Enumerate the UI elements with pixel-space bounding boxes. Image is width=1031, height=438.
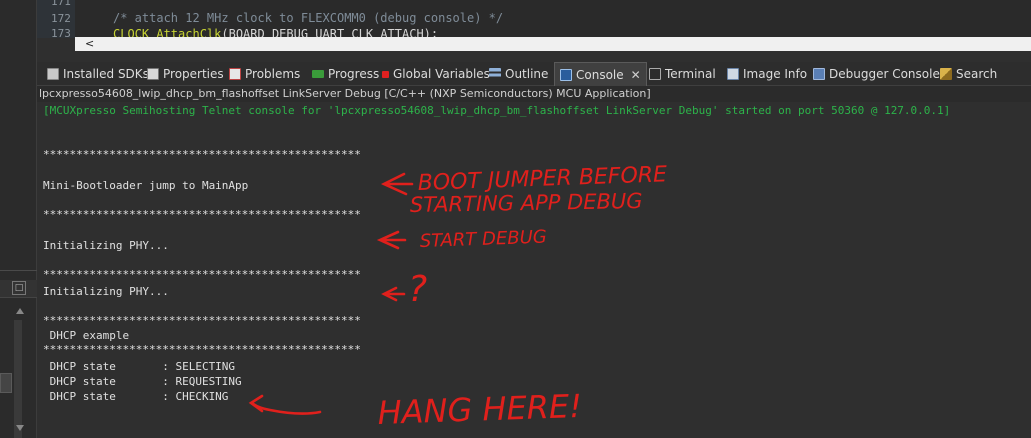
tab-progress[interactable]: Progress xyxy=(312,62,379,86)
tab-search[interactable]: Search xyxy=(940,62,997,86)
close-icon[interactable]: ✕ xyxy=(631,68,641,82)
console-line: ****************************************… xyxy=(43,268,361,281)
tab-label: Image Info xyxy=(743,67,808,81)
console-line: DHCP state : SELECTING xyxy=(43,360,236,373)
global-variables-icon xyxy=(382,70,389,78)
tab-properties[interactable]: Properties xyxy=(147,62,224,86)
console-line: Initializing PHY... xyxy=(43,239,169,252)
console-icon xyxy=(560,68,572,81)
scroll-up-icon[interactable] xyxy=(16,308,24,314)
console-line: DHCP example xyxy=(43,329,130,342)
problems-icon xyxy=(229,68,241,80)
code-editor[interactable]: 171 172 173 /* attach 12 MHz clock to FL… xyxy=(37,0,1031,51)
tab-debugger-console[interactable]: Debugger Console xyxy=(813,62,940,86)
tab-label: Installed SDKs xyxy=(63,67,149,81)
console-output[interactable]: [MCUXpresso Semihosting Telnet console f… xyxy=(37,102,1031,438)
console-line: ****************************************… xyxy=(43,148,361,161)
horizontal-scrollbar[interactable]: < xyxy=(75,37,1031,51)
scroll-down-icon[interactable] xyxy=(16,425,24,431)
left-panel: □ xyxy=(0,0,37,438)
view-tab-bar: Installed SDKs Properties Problems Progr… xyxy=(37,62,1031,86)
console-line: DHCP state : REQUESTING xyxy=(43,375,242,388)
line-number: 172 xyxy=(51,12,71,25)
panel-divider xyxy=(0,270,37,271)
image-info-icon xyxy=(727,68,739,80)
tab-label: Problems xyxy=(245,67,301,81)
console-line: ****************************************… xyxy=(43,208,361,221)
console-line: ****************************************… xyxy=(43,343,361,356)
progress-icon xyxy=(312,70,324,78)
tab-label: Console xyxy=(576,67,624,82)
tab-global-variables[interactable]: Global Variables xyxy=(382,62,490,86)
tab-problems[interactable]: Problems xyxy=(229,62,300,86)
sdk-icon xyxy=(47,68,59,80)
tab-console[interactable]: Console ✕ xyxy=(554,62,647,86)
terminal-icon xyxy=(649,68,661,80)
tab-label: Global Variables xyxy=(393,67,490,81)
tab-label: Terminal xyxy=(665,67,716,81)
tab-installed-sdks[interactable]: Installed SDKs xyxy=(47,62,149,86)
console-line: Mini-Bootloader jump to MainApp xyxy=(43,179,249,192)
code-comment: /* attach 12 MHz clock to FLEXCOMM0 (deb… xyxy=(113,11,504,25)
tab-label: Progress xyxy=(328,67,380,81)
line-number-gutter: 171 172 173 xyxy=(37,0,75,40)
debugger-console-icon xyxy=(813,68,825,80)
search-icon xyxy=(940,68,952,80)
console-launch-title: lpcxpresso54608_lwip_dhcp_bm_flashoffset… xyxy=(37,86,1031,102)
console-line: Initializing PHY... xyxy=(43,285,169,298)
tab-outline[interactable]: Outline xyxy=(489,62,548,86)
tab-label: Debugger Console xyxy=(829,67,940,81)
scroll-left-icon[interactable]: < xyxy=(85,37,94,51)
line-number: 171 xyxy=(51,0,71,8)
tab-terminal[interactable]: Terminal xyxy=(649,62,716,86)
left-panel-field[interactable] xyxy=(0,373,12,393)
tab-image-info[interactable]: Image Info xyxy=(727,62,807,86)
tab-label: Properties xyxy=(163,67,224,81)
left-scrollbar[interactable] xyxy=(14,320,22,438)
tab-label: Outline xyxy=(505,67,549,81)
properties-icon xyxy=(147,68,159,80)
console-line: DHCP state : CHECKING xyxy=(43,390,229,403)
line-number: 173 xyxy=(51,27,71,40)
restore-icon[interactable]: □ xyxy=(12,281,26,295)
console-line: ****************************************… xyxy=(43,314,361,327)
tab-label: Search xyxy=(956,67,998,81)
console-line: [MCUXpresso Semihosting Telnet console f… xyxy=(43,104,951,117)
outline-icon xyxy=(489,68,501,80)
